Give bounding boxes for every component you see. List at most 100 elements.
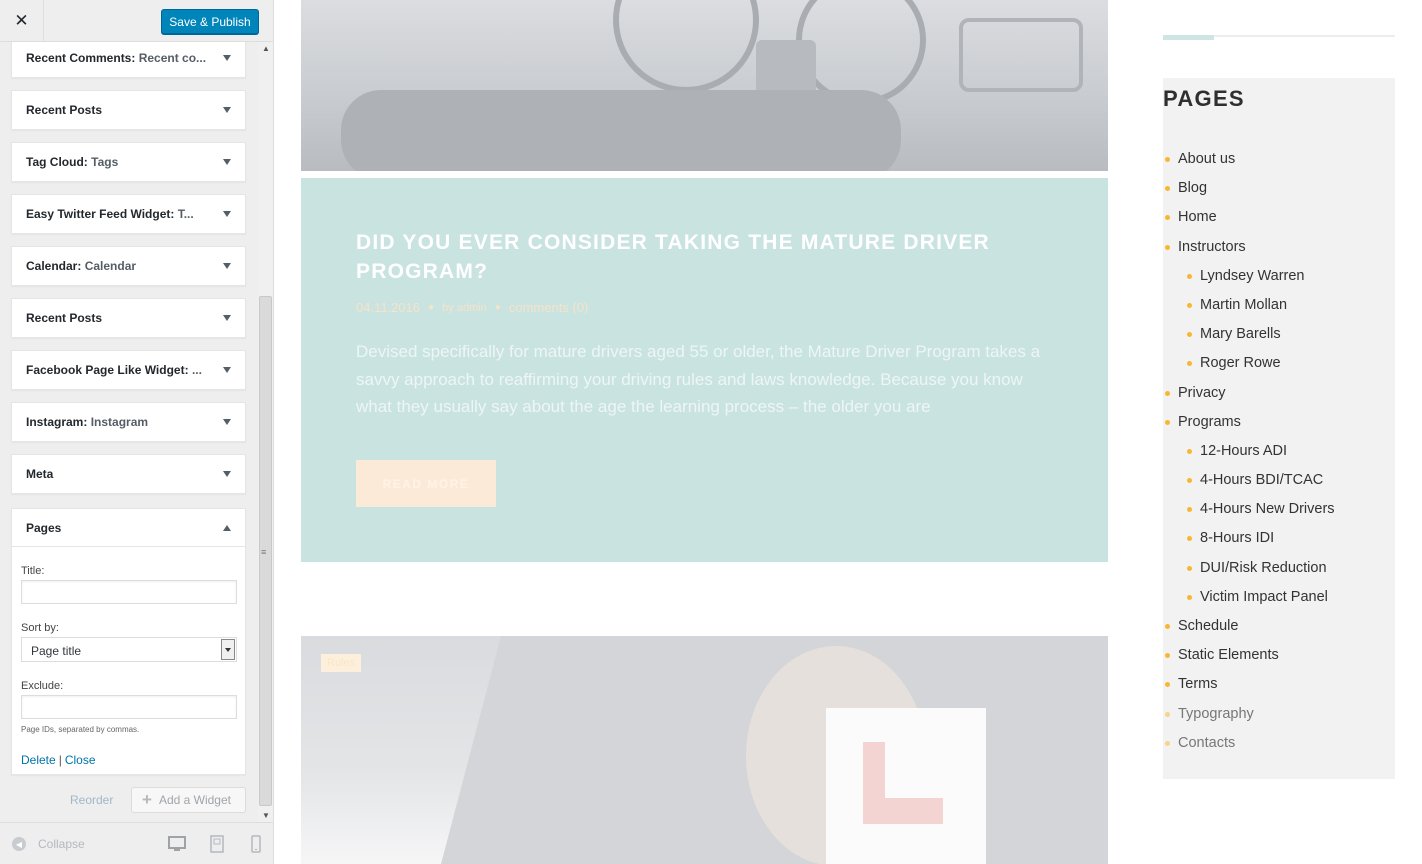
- dashboard-image-icon: [341, 0, 1083, 171]
- category-tag[interactable]: Rules: [321, 654, 362, 672]
- widget-header[interactable]: Recent Posts: [12, 91, 245, 129]
- widget-recent-posts-2[interactable]: Recent Posts: [11, 298, 246, 338]
- collapse-label: Collapse: [38, 837, 85, 851]
- widget-pages: Pages Title: Sort by: Page title Exclude…: [11, 508, 246, 775]
- exclude-input[interactable]: [21, 695, 237, 719]
- widget-header[interactable]: Meta: [12, 455, 245, 493]
- page-link-dui-risk-reduction[interactable]: DUI/Risk Reduction: [1163, 554, 1335, 583]
- dropdown-arrow-icon[interactable]: [221, 639, 235, 660]
- widget-recent-posts[interactable]: Recent Posts: [11, 90, 246, 130]
- widget-header[interactable]: Instagram: Instagram: [12, 403, 245, 441]
- sort-by-select[interactable]: Page title: [21, 637, 237, 662]
- page-link-static-elements[interactable]: Static Elements: [1163, 641, 1335, 670]
- page-link-label: Home: [1178, 209, 1217, 226]
- expand-arrow-icon[interactable]: [223, 471, 231, 477]
- page-link-home[interactable]: Home: [1163, 203, 1335, 232]
- widget-header[interactable]: Recent Posts: [12, 299, 245, 337]
- expand-arrow-icon[interactable]: [223, 55, 231, 61]
- bullet-icon: [1187, 594, 1192, 600]
- page-link-lyndsey-warren[interactable]: Lyndsey Warren: [1163, 262, 1335, 291]
- save-publish-button[interactable]: Save & Publish: [161, 9, 259, 34]
- widget-twitter-feed[interactable]: Easy Twitter Feed Widget: T...: [11, 194, 246, 234]
- expand-arrow-icon[interactable]: [223, 419, 231, 425]
- widget-calendar[interactable]: Calendar: Calendar: [11, 246, 246, 286]
- tablet-preview-icon[interactable]: [208, 835, 226, 853]
- delete-widget-link[interactable]: Delete: [21, 753, 56, 767]
- expand-arrow-icon[interactable]: [223, 211, 231, 217]
- post-date: 04.11.2016: [356, 300, 421, 315]
- page-link-privacy[interactable]: Privacy: [1163, 379, 1335, 408]
- widget-subtitle: Recent co...: [138, 51, 207, 65]
- widget-header[interactable]: Tag Cloud: Tags: [12, 143, 245, 181]
- widget-facebook-page-like[interactable]: Facebook Page Like Widget: ...: [11, 350, 246, 390]
- page-link-label: Programs: [1178, 413, 1241, 430]
- page-link-label: DUI/Risk Reduction: [1200, 559, 1327, 576]
- page-link-8-hours-idi[interactable]: 8-Hours IDI: [1163, 524, 1335, 553]
- widget-header[interactable]: Pages: [12, 509, 245, 547]
- widget-scrollbar[interactable]: ▲ ≡ ▼: [258, 42, 273, 822]
- widget-subtitle: Calendar: [84, 259, 137, 273]
- bullet-icon: [1165, 740, 1170, 746]
- read-more-button[interactable]: READ MORE: [356, 460, 496, 507]
- page-link-about-us[interactable]: About us: [1163, 145, 1335, 174]
- page-link-schedule[interactable]: Schedule: [1163, 612, 1335, 641]
- page-link-martin-mollan[interactable]: Martin Mollan: [1163, 291, 1335, 320]
- expand-arrow-icon[interactable]: [223, 315, 231, 321]
- scroll-down-arrow-icon[interactable]: ▼: [262, 811, 270, 820]
- bullet-icon: [1165, 390, 1170, 396]
- widget-tag-cloud[interactable]: Tag Cloud: Tags: [11, 142, 246, 182]
- reorder-link[interactable]: Reorder: [70, 793, 113, 807]
- widget-instagram[interactable]: Instagram: Instagram: [11, 402, 246, 442]
- close-customizer-button[interactable]: ✕: [0, 0, 44, 42]
- page-link-4-hours-new-drivers[interactable]: 4-Hours New Drivers: [1163, 495, 1335, 524]
- add-widget-button[interactable]: + Add a Widget: [131, 787, 246, 813]
- expand-arrow-icon[interactable]: [223, 159, 231, 165]
- mobile-preview-icon[interactable]: [247, 835, 265, 853]
- page-link-contacts[interactable]: Contacts: [1163, 729, 1335, 758]
- close-widget-link[interactable]: Close: [65, 753, 96, 767]
- desktop-preview-icon[interactable]: [168, 835, 186, 853]
- page-link-label: Roger Rowe: [1200, 355, 1281, 372]
- bullet-icon: [1187, 448, 1192, 454]
- widget-header[interactable]: Facebook Page Like Widget: ...: [12, 351, 245, 389]
- widget-meta[interactable]: Meta: [11, 454, 246, 494]
- post-author-link[interactable]: by admin: [442, 302, 487, 314]
- widget-recent-comments[interactable]: Recent Comments: Recent co...: [11, 42, 246, 78]
- collapse-arrow-icon[interactable]: [223, 524, 231, 531]
- post-comments-link[interactable]: comments (0): [509, 300, 588, 315]
- post-featured-image[interactable]: [301, 0, 1108, 171]
- page-link-roger-rowe[interactable]: Roger Rowe: [1163, 349, 1335, 378]
- add-widget-label: Add a Widget: [158, 793, 231, 807]
- widget-list: Recent Comments: Recent co... Recent Pos…: [0, 42, 273, 822]
- page-link-12-hours-adi[interactable]: 12-Hours ADI: [1163, 437, 1335, 466]
- expand-arrow-icon[interactable]: [223, 263, 231, 269]
- page-link-4-hours-bdi-tcac[interactable]: 4-Hours BDI/TCAC: [1163, 466, 1335, 495]
- page-link-typography[interactable]: Typography: [1163, 700, 1335, 729]
- expand-arrow-icon[interactable]: [223, 367, 231, 373]
- page-link-instructors[interactable]: Instructors: [1163, 233, 1335, 262]
- page-link-mary-barells[interactable]: Mary Barells: [1163, 320, 1335, 349]
- page-link-blog[interactable]: Blog: [1163, 174, 1335, 203]
- page-link-terms[interactable]: Terms: [1163, 670, 1335, 699]
- widget-header[interactable]: Recent Comments: Recent co...: [12, 42, 245, 77]
- widget-name: Tag Cloud: [26, 155, 84, 169]
- collapse-button[interactable]: ◀ Collapse: [12, 837, 85, 851]
- customizer-footer: ◀ Collapse: [0, 822, 273, 864]
- exclude-label: Exclude:: [21, 680, 64, 692]
- second-post-image[interactable]: Rules: [301, 636, 1108, 864]
- action-separator: |: [58, 753, 62, 767]
- scroll-up-arrow-icon[interactable]: ▲: [262, 44, 270, 53]
- page-link-label: 8-Hours IDI: [1200, 530, 1275, 547]
- expand-arrow-icon[interactable]: [223, 107, 231, 113]
- page-link-victim-impact-panel[interactable]: Victim Impact Panel: [1163, 583, 1335, 612]
- title-input[interactable]: [21, 580, 237, 604]
- post-title-link[interactable]: DID YOU EVER CONSIDER TAKING THE MATURE …: [356, 228, 1046, 286]
- widget-subtitle: Tags: [91, 155, 119, 169]
- bullet-icon: [1165, 419, 1170, 425]
- bullet-icon: [1187, 536, 1192, 542]
- widget-subtitle: Instagram: [90, 415, 149, 429]
- widget-header[interactable]: Calendar: Calendar: [12, 247, 245, 285]
- page-link-programs[interactable]: Programs: [1163, 408, 1335, 437]
- widget-header[interactable]: Easy Twitter Feed Widget: T...: [12, 195, 245, 233]
- bullet-icon: [1165, 624, 1170, 629]
